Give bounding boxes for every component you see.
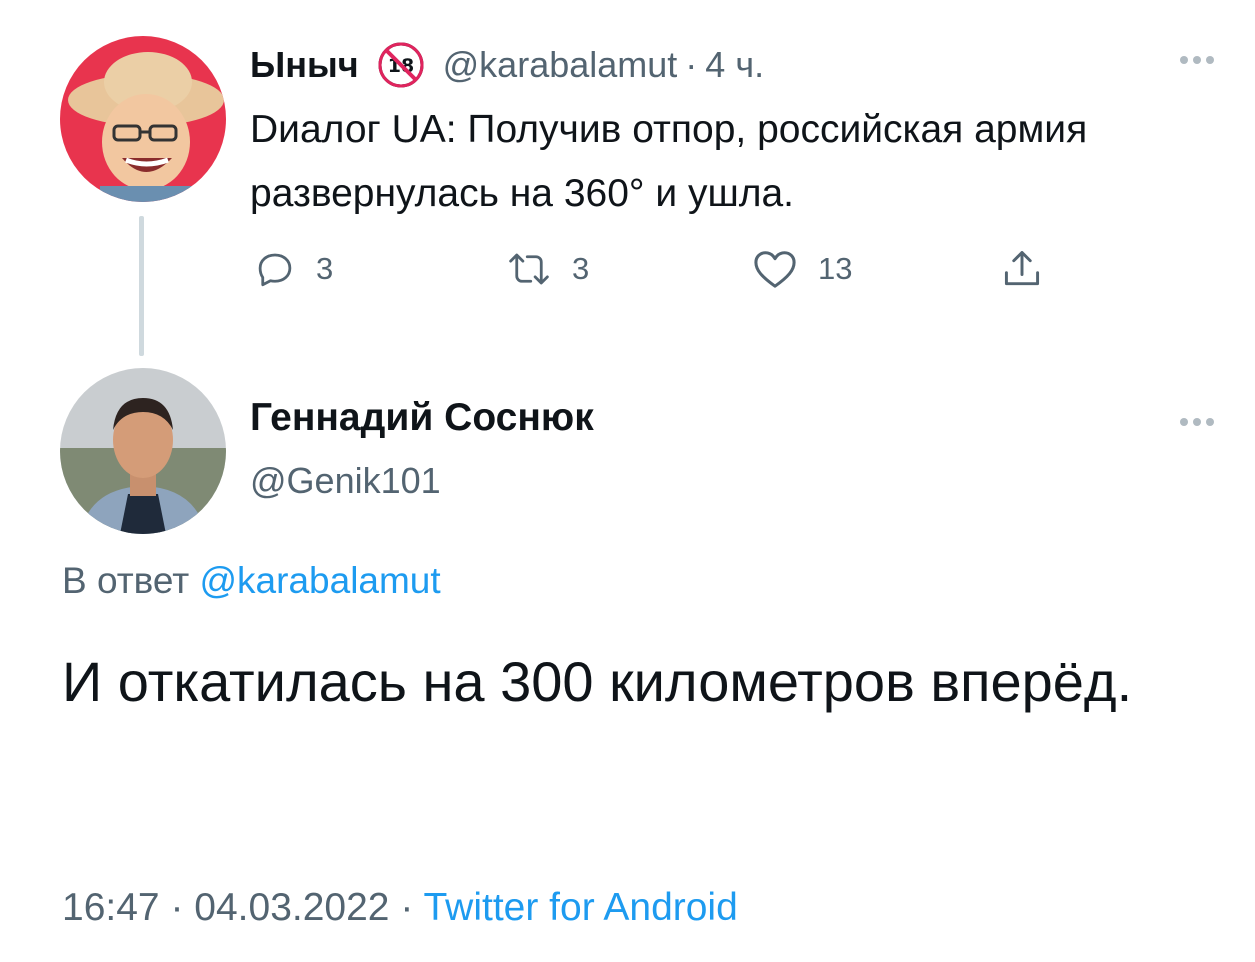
meta-separator: · [400, 886, 414, 929]
tweet-meta: 16:47 · 04.03.2022 · Twitter for Android [62, 886, 738, 930]
retweet-icon [509, 253, 549, 285]
adult-18-badge-icon: 18 [377, 41, 425, 89]
parent-tweet-text: Dиалог UA: Получив отпор, российская арм… [250, 108, 1088, 215]
retweet-count: 3 [572, 251, 590, 286]
reply-author-name[interactable]: Геннадий Соснюк [250, 396, 594, 440]
like-button[interactable]: 13 [752, 244, 852, 294]
tweet-time[interactable]: 16:47 [62, 886, 160, 929]
share-icon [1004, 251, 1040, 286]
tweet-date[interactable]: 04.03.2022 [194, 886, 389, 929]
reply-tweet-text: И откатилась на 300 километров вперёд. [62, 650, 1133, 713]
header-separator: · [685, 44, 698, 85]
share-button[interactable] [1000, 244, 1064, 294]
retweet-button[interactable]: 3 [506, 244, 589, 294]
reply-icon [258, 253, 292, 287]
reply-to-prefix: В ответ [62, 560, 190, 601]
like-icon [754, 251, 796, 288]
thread-connector-line [139, 216, 144, 356]
parent-author-handle[interactable]: @karabalamut [443, 44, 678, 86]
more-icon[interactable] [1180, 56, 1214, 64]
reply-author-avatar[interactable] [60, 368, 226, 534]
reply-author-handle[interactable]: @Genik101 [250, 460, 441, 502]
parent-author-name[interactable]: Ыныч [250, 44, 359, 86]
parent-tweet-time[interactable]: 4 ч. [705, 44, 764, 86]
parent-author-avatar[interactable] [60, 36, 226, 202]
reply-count: 3 [316, 251, 334, 286]
reply-button[interactable]: 3 [254, 244, 333, 294]
parent-tweet-header: Ыныч 18 @karabalamut · 4 ч. [250, 40, 764, 90]
like-count: 13 [818, 251, 853, 286]
tweet-source-link[interactable]: Twitter for Android [423, 886, 737, 929]
replying-to: В ответ @karabalamut [62, 560, 441, 602]
meta-separator: · [170, 886, 184, 929]
more-icon[interactable] [1180, 418, 1214, 426]
reply-to-mention-link[interactable]: @karabalamut [200, 560, 441, 601]
